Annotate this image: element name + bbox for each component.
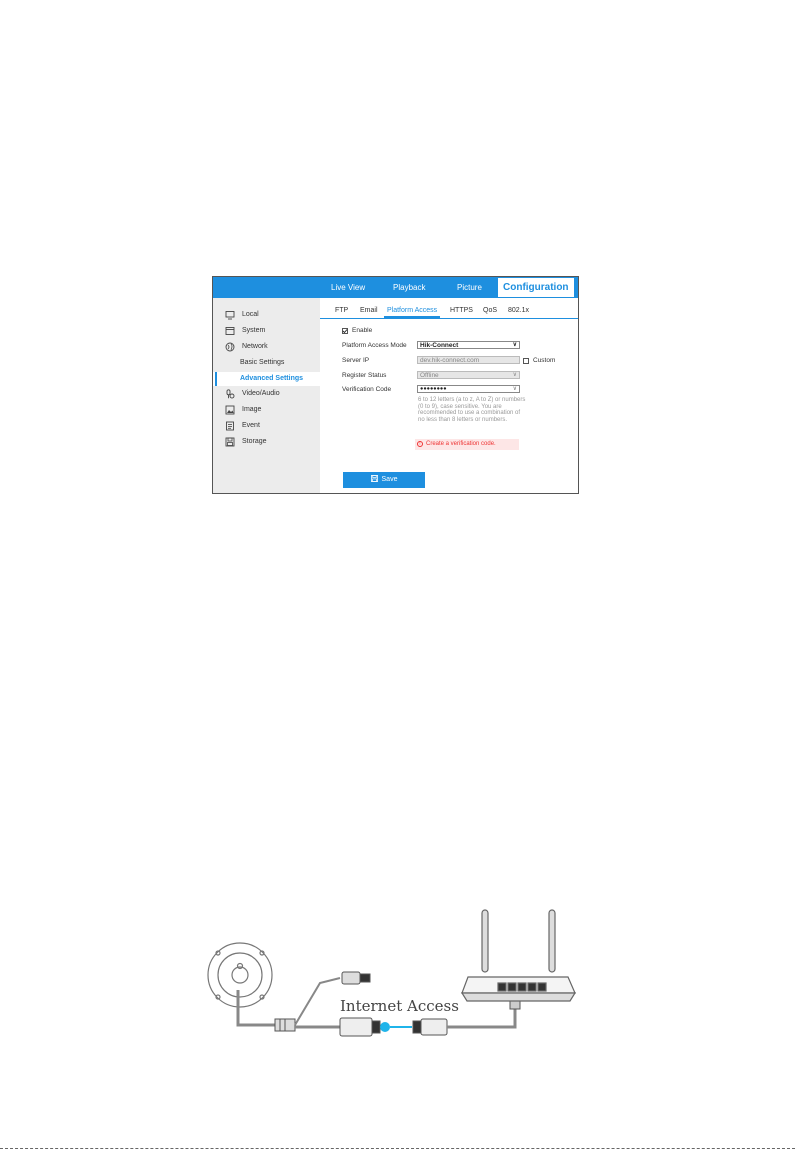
tab-platform-access[interactable]: Platform Access bbox=[384, 303, 441, 318]
sidebar-item-label: Basic Settings bbox=[240, 359, 285, 366]
sidebar-item-event[interactable]: Event bbox=[213, 419, 320, 433]
checkmark-icon bbox=[342, 329, 348, 334]
register-status-label: Register Status bbox=[342, 372, 387, 379]
server-ip-label: Server IP bbox=[342, 357, 370, 364]
tab-8021x[interactable]: 802.1x bbox=[508, 303, 529, 318]
sidebar-item-label: Event bbox=[242, 422, 260, 429]
power-connector-icon bbox=[341, 971, 371, 985]
verification-code-value: ●●●●●●●● bbox=[420, 386, 447, 392]
sidebar-item-video-audio[interactable]: Video/Audio bbox=[213, 387, 320, 401]
platform-access-mode-select[interactable]: Hik-Connect ∨ bbox=[417, 341, 520, 349]
top-navigation-bar: Live View Playback Picture Configuration bbox=[213, 277, 578, 298]
sidebar-item-network[interactable]: Network bbox=[213, 340, 320, 354]
web-config-screenshot: Live View Playback Picture Configuration… bbox=[212, 276, 579, 494]
sidebar-item-label: Network bbox=[242, 343, 268, 350]
event-icon bbox=[226, 421, 234, 431]
verification-code-label: Verification Code bbox=[342, 386, 392, 393]
sidebar-item-label: System bbox=[242, 327, 266, 334]
storage-icon bbox=[225, 437, 235, 447]
sidebar-item-label: Local bbox=[242, 311, 259, 318]
eye-icon[interactable]: ∨ bbox=[513, 386, 517, 393]
enable-checkbox[interactable] bbox=[342, 328, 348, 334]
tab-bar: FTP Email Platform Access HTTPS QoS 802.… bbox=[320, 303, 578, 319]
platform-access-mode-label: Platform Access Mode bbox=[342, 342, 407, 349]
custom-label: Custom bbox=[533, 357, 556, 364]
server-ip-value: dev.hik-connect.com bbox=[420, 357, 480, 364]
diagram-drawing bbox=[207, 909, 577, 1037]
nav-playback[interactable]: Playback bbox=[393, 277, 425, 298]
router-icon bbox=[460, 909, 577, 1002]
enable-label: Enable bbox=[352, 327, 373, 334]
custom-checkbox[interactable] bbox=[523, 358, 529, 364]
sidebar-item-storage[interactable]: Storage bbox=[213, 435, 320, 449]
platform-access-mode-value: Hik-Connect bbox=[420, 342, 459, 349]
rj45-connector-icon bbox=[339, 1017, 381, 1037]
tab-ftp[interactable]: FTP bbox=[335, 303, 348, 318]
monitor-icon bbox=[225, 311, 235, 320]
register-status-value: Offline bbox=[420, 372, 439, 379]
sidebar-item-system[interactable]: System bbox=[213, 324, 320, 338]
sidebar-item-image[interactable]: Image bbox=[213, 403, 320, 417]
sidebar-item-advanced-settings[interactable]: Advanced Settings bbox=[213, 372, 320, 386]
page-bottom-rule bbox=[0, 1148, 795, 1149]
sidebar-item-basic-settings[interactable]: Basic Settings bbox=[213, 356, 320, 370]
internet-access-caption: Internet Access bbox=[340, 997, 459, 1015]
active-indicator bbox=[215, 372, 217, 386]
warning-text: Create a verification code. bbox=[426, 441, 496, 447]
microphone-icon bbox=[226, 389, 235, 399]
save-label: Save bbox=[381, 476, 398, 483]
sidebar-item-label: Video/Audio bbox=[242, 390, 280, 397]
globe-icon bbox=[225, 342, 235, 352]
chevron-down-icon: ∨ bbox=[512, 372, 517, 378]
alert-icon: ! bbox=[417, 441, 423, 447]
sidebar: Local System Network Basic Settings Adva… bbox=[213, 298, 320, 493]
sidebar-item-label: Advanced Settings bbox=[240, 375, 304, 382]
cable-connector-icon bbox=[274, 1018, 296, 1032]
rj45-plug-icon bbox=[412, 1018, 448, 1036]
connection-diagram: Internet Access bbox=[200, 905, 585, 1085]
nav-live-view[interactable]: Live View bbox=[331, 277, 365, 298]
tab-email[interactable]: Email bbox=[360, 303, 378, 318]
register-status-select[interactable]: Offline ∨ bbox=[417, 371, 520, 379]
server-ip-field[interactable]: dev.hik-connect.com bbox=[417, 356, 520, 364]
verification-warning: ! Create a verification code. bbox=[415, 439, 519, 450]
nav-picture[interactable]: Picture bbox=[457, 277, 482, 298]
system-icon bbox=[225, 327, 235, 335]
camera-icon bbox=[207, 942, 273, 1008]
verification-code-hint: 6 to 12 letters (a to z, A to Z) or numb… bbox=[418, 397, 526, 423]
floppy-disk-icon bbox=[370, 475, 378, 482]
tab-qos[interactable]: QoS bbox=[483, 303, 497, 318]
link-dot-icon bbox=[380, 1022, 390, 1032]
nav-configuration[interactable]: Configuration bbox=[498, 278, 574, 297]
verification-code-field[interactable]: ●●●●●●●● ∨ bbox=[417, 385, 520, 393]
save-button[interactable]: Save bbox=[343, 472, 425, 488]
chevron-down-icon: ∨ bbox=[512, 342, 517, 348]
sidebar-item-local[interactable]: Local bbox=[213, 308, 320, 322]
image-icon bbox=[225, 405, 235, 415]
sidebar-item-label: Storage bbox=[242, 438, 267, 445]
tab-https[interactable]: HTTPS bbox=[450, 303, 473, 318]
sidebar-item-label: Image bbox=[242, 406, 262, 413]
